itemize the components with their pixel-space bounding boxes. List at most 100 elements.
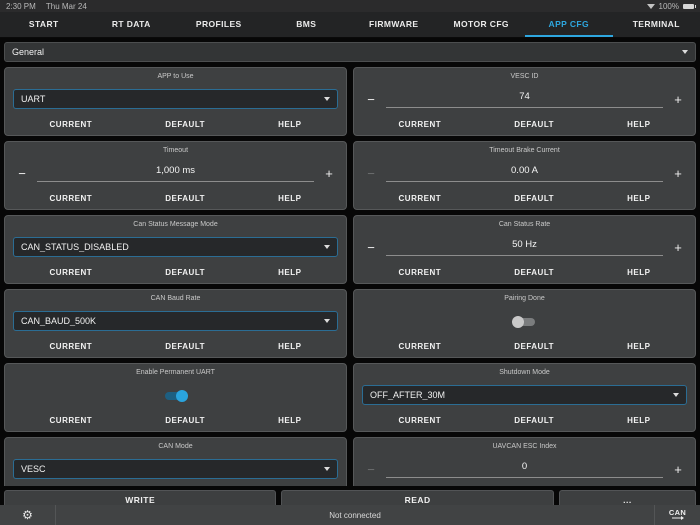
current-button[interactable]: CURRENT xyxy=(399,194,442,203)
stepper-minus-button[interactable]: − xyxy=(362,93,380,106)
tab-bms[interactable]: BMS xyxy=(263,12,351,37)
combobox-value: UART xyxy=(21,94,46,104)
tab-profiles[interactable]: PROFILES xyxy=(175,12,263,37)
stepper-value[interactable]: 0.00 A xyxy=(386,165,663,182)
clock-time: 2:30 PM xyxy=(6,1,36,11)
status-bar: 2:30 PM Thu Mar 24 100% xyxy=(0,0,700,12)
toggle-pairing-done[interactable] xyxy=(512,315,537,328)
current-button[interactable]: CURRENT xyxy=(50,120,93,129)
chevron-down-icon xyxy=(682,50,688,54)
card-title: CAN Mode xyxy=(158,443,193,450)
parameter-card-shutdown-mode: Shutdown Mode OFF_AFTER_30M CURRENT DEFAULT… xyxy=(353,363,696,432)
card-actions: CURRENT DEFAULT HELP xyxy=(13,192,338,205)
stepper-minus-button[interactable]: − xyxy=(13,167,31,180)
gear-icon: ⚙ xyxy=(22,508,33,522)
parameter-card-can-status-message-mode: Can Status Message Mode CAN_STATUS_DISABL… xyxy=(4,215,347,284)
help-button[interactable]: HELP xyxy=(278,194,301,203)
help-button[interactable]: HELP xyxy=(627,194,650,203)
can-scan-arrow-icon xyxy=(671,515,684,520)
stepper-plus-button[interactable]: + xyxy=(669,167,687,180)
combobox-shutdown-mode[interactable]: OFF_AFTER_30M xyxy=(362,385,687,405)
tab-start[interactable]: START xyxy=(0,12,88,37)
help-button[interactable]: HELP xyxy=(278,416,301,425)
toggle-thumb xyxy=(176,389,188,402)
card-title: APP to Use xyxy=(157,73,194,80)
combobox-value: CAN_STATUS_DISABLED xyxy=(21,242,129,252)
parameter-card-vesc-id: VESC ID −74 + CURRENT DEFAULT HELP xyxy=(353,67,696,136)
chevron-down-icon xyxy=(324,245,330,249)
default-button[interactable]: DEFAULT xyxy=(514,120,554,129)
card-actions: CURRENT DEFAULT HELP xyxy=(13,414,338,427)
stepper-timeout: −1,000 ms + xyxy=(13,165,338,182)
current-button[interactable]: CURRENT xyxy=(399,342,442,351)
stepper-can-status-rate: −50 Hz + xyxy=(362,239,687,256)
card-body: OFF_AFTER_30M xyxy=(362,376,687,414)
stepper-value[interactable]: 74 xyxy=(386,91,663,108)
combobox-app-to-use[interactable]: UART xyxy=(13,89,338,109)
default-button[interactable]: DEFAULT xyxy=(165,268,205,277)
tab-motor-cfg[interactable]: MOTOR CFG xyxy=(438,12,526,37)
stepper-value[interactable]: 50 Hz xyxy=(386,239,663,256)
card-title: VESC ID xyxy=(510,73,539,80)
card-actions: CURRENT DEFAULT HELP xyxy=(362,118,687,131)
help-button[interactable]: HELP xyxy=(627,120,650,129)
chevron-down-icon xyxy=(324,319,330,323)
default-button[interactable]: DEFAULT xyxy=(514,416,554,425)
default-button[interactable]: DEFAULT xyxy=(165,120,205,129)
chevron-down-icon xyxy=(324,467,330,471)
combobox-can-status-message-mode[interactable]: CAN_STATUS_DISABLED xyxy=(13,237,338,257)
toggle-enable-permanent-uart[interactable] xyxy=(163,389,188,402)
card-body: VESC xyxy=(13,450,338,486)
combobox-value: CAN_BAUD_500K xyxy=(21,316,97,326)
card-title: Timeout Brake Current xyxy=(489,147,560,154)
help-button[interactable]: HELP xyxy=(627,342,650,351)
default-button[interactable]: DEFAULT xyxy=(514,268,554,277)
help-button[interactable]: HELP xyxy=(278,342,301,351)
card-body: −0 + xyxy=(362,450,687,486)
current-button[interactable]: CURRENT xyxy=(50,416,93,425)
help-button[interactable]: HELP xyxy=(627,416,650,425)
tab-app-cfg[interactable]: APP CFG xyxy=(525,12,613,37)
current-button[interactable]: CURRENT xyxy=(399,120,442,129)
parameter-card-uavcan-esc-index: UAVCAN ESC Index−0+CURRENTDEFAULTHELP xyxy=(353,437,696,486)
stepper-plus-button[interactable]: + xyxy=(320,167,338,180)
card-title: Pairing Done xyxy=(504,295,545,302)
tab-firmware[interactable]: FIRMWARE xyxy=(350,12,438,37)
clock-date: Thu Mar 24 xyxy=(45,1,87,11)
stepper-value[interactable]: 0 xyxy=(386,461,663,478)
tab-rt-data[interactable]: RT DATA xyxy=(88,12,176,37)
card-actions: CURRENT DEFAULT HELP xyxy=(362,414,687,427)
chevron-down-icon xyxy=(324,97,330,101)
settings-gear-button[interactable]: ⚙ xyxy=(0,505,56,525)
stepper-minus-button[interactable]: − xyxy=(362,167,380,180)
stepper-value[interactable]: 1,000 ms xyxy=(37,165,314,182)
config-group-select[interactable]: General xyxy=(4,42,696,62)
tab-terminal[interactable]: TERMINAL xyxy=(613,12,700,37)
current-button[interactable]: CURRENT xyxy=(50,268,93,277)
stepper-plus-button[interactable]: + xyxy=(669,93,687,106)
help-button[interactable]: HELP xyxy=(278,120,301,129)
stepper-plus-button[interactable]: + xyxy=(669,241,687,254)
current-button[interactable]: CURRENT xyxy=(399,416,442,425)
stepper-minus-button[interactable]: − xyxy=(362,463,380,476)
card-actions: CURRENT DEFAULT HELP xyxy=(13,266,338,279)
card-body: CAN_BAUD_500K xyxy=(13,302,338,340)
settings-grid: APP to Use UART CURRENT DEFAULT HELP VESC ID −… xyxy=(4,67,696,486)
parameter-card-can-baud-rate: CAN Baud Rate CAN_BAUD_500K CURRENT DEFAULT… xyxy=(4,289,347,358)
combobox-can-mode[interactable]: VESC xyxy=(13,459,338,479)
default-button[interactable]: DEFAULT xyxy=(165,342,205,351)
stepper-minus-button[interactable]: − xyxy=(362,241,380,254)
default-button[interactable]: DEFAULT xyxy=(165,194,205,203)
current-button[interactable]: CURRENT xyxy=(50,194,93,203)
stepper-plus-button[interactable]: + xyxy=(669,463,687,476)
default-button[interactable]: DEFAULT xyxy=(165,416,205,425)
default-button[interactable]: DEFAULT xyxy=(514,342,554,351)
help-button[interactable]: HELP xyxy=(627,268,650,277)
can-scan-label: CAN xyxy=(668,507,687,517)
current-button[interactable]: CURRENT xyxy=(399,268,442,277)
can-scan-button[interactable]: CAN xyxy=(654,505,700,525)
current-button[interactable]: CURRENT xyxy=(50,342,93,351)
default-button[interactable]: DEFAULT xyxy=(514,194,554,203)
combobox-can-baud-rate[interactable]: CAN_BAUD_500K xyxy=(13,311,338,331)
help-button[interactable]: HELP xyxy=(278,268,301,277)
